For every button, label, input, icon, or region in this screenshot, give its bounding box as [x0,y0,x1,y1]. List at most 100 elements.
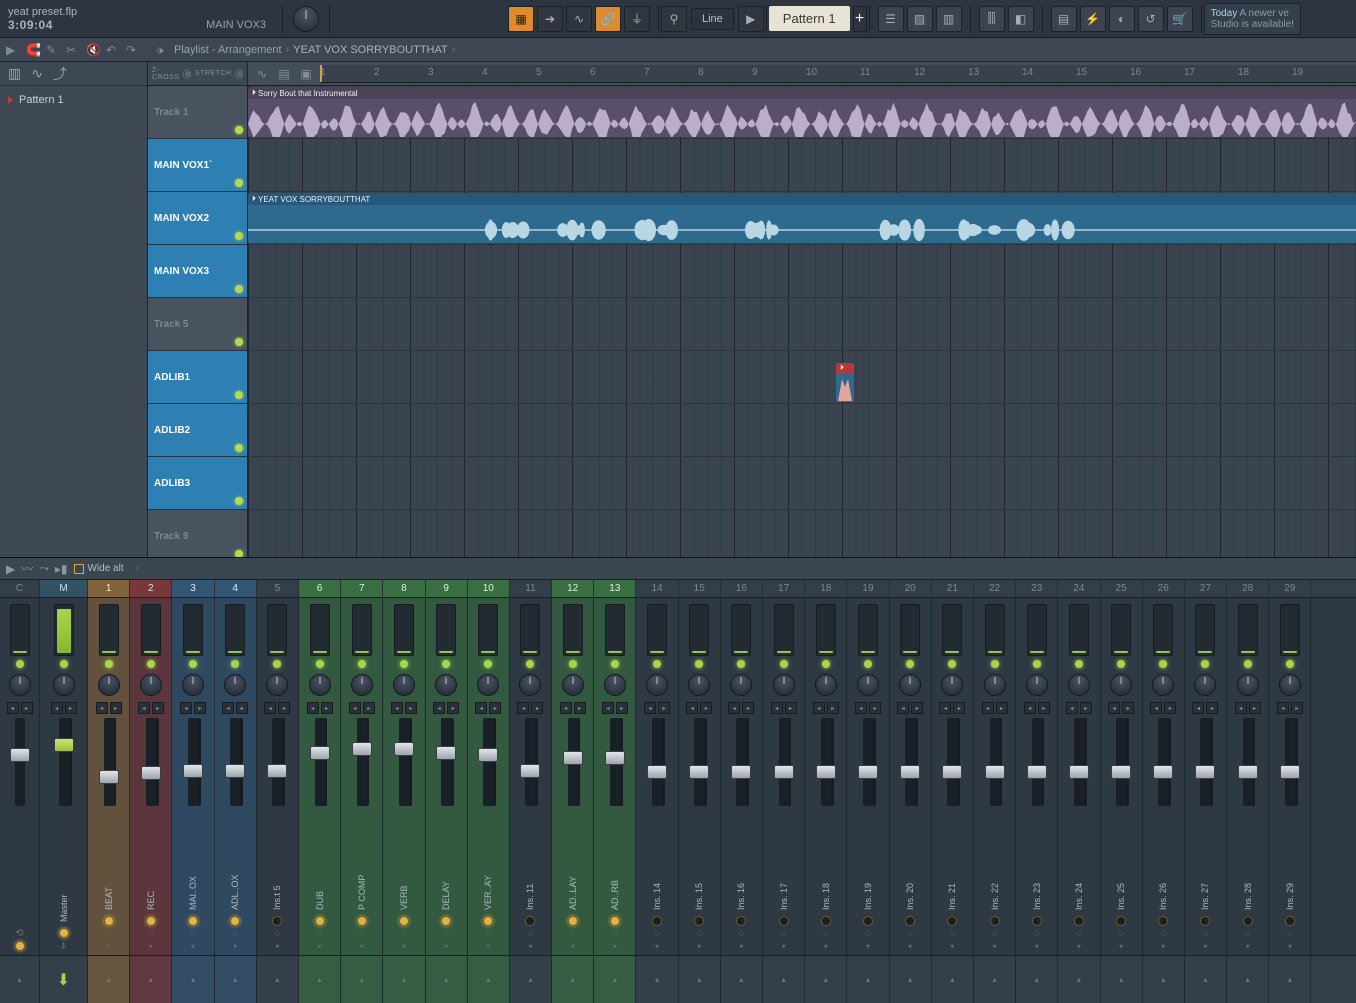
insert-slot[interactable] [900,604,920,656]
swap-r-icon[interactable]: ▸ [278,702,290,714]
mixer-strip-14[interactable]: ◂▸Ins. 14◌▾ [636,598,678,955]
swap-l-icon[interactable]: ◂ [138,702,150,714]
mixer-strip-9[interactable]: ◂▸DELAY◌▾ [426,598,468,955]
send-led[interactable] [357,916,367,926]
insert-slot[interactable] [1195,604,1215,656]
send-led[interactable] [568,916,578,926]
tool-wait[interactable]: ⏚ [624,6,650,32]
pan-knob[interactable] [266,674,288,696]
pan-knob[interactable] [1068,674,1090,696]
dock-cell-19[interactable]: ▴ [847,956,889,1003]
insert-slot[interactable] [1027,604,1047,656]
pan-knob[interactable] [224,674,246,696]
fx-enable-icon[interactable]: ◌ [485,928,491,939]
mute-led[interactable] [442,660,450,668]
mute-led[interactable] [864,660,872,668]
insert-slot[interactable] [647,604,667,656]
send-led[interactable] [441,916,451,926]
dock-cell-17[interactable]: ▴ [763,956,805,1003]
swap-l-icon[interactable]: ◂ [771,702,783,714]
send-led[interactable] [59,928,69,938]
send-led[interactable] [652,916,662,926]
dock-side-icon[interactable]: ▾ [571,942,575,951]
fader[interactable] [104,718,114,806]
dock-cell-28[interactable]: ▴ [1227,956,1269,1003]
track-mute-led[interactable] [235,126,243,134]
fx-enable-icon[interactable]: ◌ [317,928,323,939]
dock-cell-20[interactable]: ▴ [890,956,932,1003]
mixer-strip-25[interactable]: ◂▸Ins. 25◌▾ [1101,598,1143,955]
strip-num-23[interactable]: 23 [1016,580,1058,597]
insert-slot[interactable] [1280,604,1300,656]
track-header-6[interactable]: ADLIB1 [148,351,247,404]
dock-side-icon[interactable]: ▾ [613,942,617,951]
track-lane-8[interactable] [248,457,1356,510]
mute-led[interactable] [16,660,24,668]
track-lane-5[interactable] [248,298,1356,351]
dock-side-icon[interactable]: ▾ [107,942,111,951]
strip-num-20[interactable]: 20 [890,580,932,597]
send-led[interactable] [736,916,746,926]
audio-clip-adlib[interactable]: ⏵ [836,363,854,402]
track-mute-led[interactable] [235,232,243,240]
swap-r-icon[interactable]: ▸ [1080,702,1092,714]
send-led[interactable] [272,916,282,926]
strip-num-7[interactable]: 7 [341,580,383,597]
dock-cell-2[interactable]: ▴ [130,956,172,1003]
fx-enable-icon[interactable]: ◌ [1245,928,1251,939]
dock-cell-22[interactable]: ▴ [974,956,1016,1003]
track-header-7[interactable]: ADLIB2 [148,404,247,457]
insert-slot[interactable] [563,604,583,656]
mixer-brush-icon[interactable]: 〰 [21,560,33,577]
swap-l-icon[interactable]: ◂ [813,702,825,714]
stretch-toggle[interactable] [235,69,243,79]
mute-led[interactable] [1201,660,1209,668]
strip-num-9[interactable]: 9 [426,580,468,597]
pan-knob[interactable] [98,674,120,696]
dock-side-icon[interactable]: ▾ [908,942,912,951]
mixer-strip-21[interactable]: ◂▸Ins. 21◌▾ [932,598,974,955]
dock-cell-6[interactable]: ▴ [299,956,341,1003]
dock-side-icon[interactable]: ▾ [402,942,406,951]
fx-enable-icon[interactable]: ◌ [401,928,407,939]
mixer-strip-23[interactable]: ◂▸Ins. 23◌▾ [1016,598,1058,955]
swap-r-icon[interactable]: ▸ [1291,702,1303,714]
track-header-2[interactable]: MAIN VOX1` [148,139,247,192]
send-led[interactable] [1116,916,1126,926]
mixer-flag-icon[interactable]: ▸▮ [55,562,68,576]
sidebar-piano-icon[interactable]: ▥ [8,65,21,82]
mute-led[interactable] [653,660,661,668]
strip-num-10[interactable]: 10 [468,580,510,597]
insert-slot[interactable] [1153,604,1173,656]
send-led[interactable] [230,916,240,926]
pan-knob[interactable] [688,674,710,696]
tool-undo-history[interactable]: ▤ [1051,6,1077,32]
strip-num-11[interactable]: 11 [510,580,552,597]
swap-r-icon[interactable]: ▸ [447,702,459,714]
swap-r-icon[interactable]: ▸ [321,702,333,714]
mute-led[interactable] [1117,660,1125,668]
dock-cell-25[interactable]: ▴ [1101,956,1143,1003]
track-lane-area[interactable]: ⏵Sorry Bout that Instrumental⏵YEAT VOX S… [248,86,1356,557]
send-led[interactable] [779,916,789,926]
swap-l-icon[interactable]: ◂ [644,702,656,714]
fader[interactable] [694,718,704,806]
insert-slot[interactable] [605,604,625,656]
strip-num-27[interactable]: 27 [1185,580,1227,597]
strip-num-3[interactable]: 3 [172,580,214,597]
fader[interactable] [652,718,662,806]
view-channelrack-button[interactable]: ▥ [936,6,962,32]
pan-knob[interactable] [1152,674,1174,696]
fader[interactable] [1074,718,1084,806]
swap-l-icon[interactable]: ◂ [855,702,867,714]
swap-l-icon[interactable]: ◂ [560,702,572,714]
pl-step-icon[interactable]: ▣ [298,66,314,82]
dock-side-icon[interactable]: ▾ [782,942,786,951]
mute-led[interactable] [695,660,703,668]
fx-enable-icon[interactable]: ◌ [1118,928,1124,939]
pan-knob[interactable] [815,674,837,696]
dock-cell-18[interactable]: ▴ [805,956,847,1003]
mixer-strip-29[interactable]: ◂▸Ins. 29◌▾ [1269,598,1311,955]
dock-cell-27[interactable]: ▴ [1185,956,1227,1003]
pan-knob[interactable] [53,674,75,696]
